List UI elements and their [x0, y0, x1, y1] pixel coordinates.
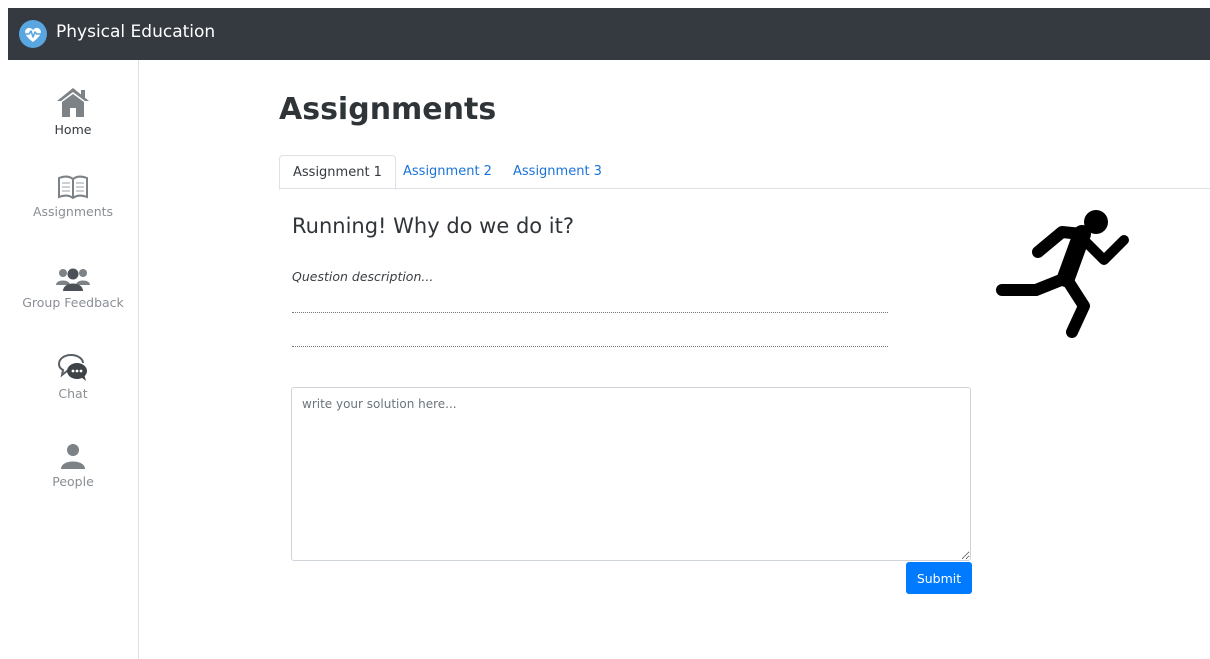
- heart-pulse-icon[interactable]: [19, 20, 47, 48]
- sidebar-item-people[interactable]: People: [8, 442, 138, 489]
- sidebar-item-group-feedback[interactable]: Group Feedback: [8, 265, 138, 310]
- tab-assignment-3[interactable]: Assignment 3: [513, 155, 602, 188]
- description-line: [292, 346, 888, 347]
- page-title: Assignments: [279, 92, 497, 127]
- question-title: Running! Why do we do it?: [292, 214, 575, 238]
- running-person-icon: [996, 210, 1129, 338]
- solution-textarea[interactable]: [291, 387, 971, 561]
- sidebar-item-assignments[interactable]: Assignments: [8, 174, 138, 219]
- sidebar: Home Assignments Group Feedback Chat Peo…: [8, 60, 139, 659]
- tabs-divider: [279, 188, 1210, 189]
- submit-button[interactable]: Submit: [906, 562, 972, 594]
- description-line: [292, 312, 888, 313]
- home-icon: [57, 88, 89, 117]
- sidebar-item-label: Group Feedback: [22, 295, 124, 310]
- sidebar-item-label: People: [52, 474, 94, 489]
- sidebar-item-label: Chat: [58, 386, 88, 401]
- book-icon: [58, 175, 88, 200]
- tab-assignment-1[interactable]: Assignment 1: [279, 155, 396, 190]
- question-description: Question description...: [292, 269, 434, 284]
- chat-icon: [57, 354, 87, 381]
- top-navbar: Physical Education: [8, 8, 1210, 60]
- tab-assignment-2[interactable]: Assignment 2: [403, 155, 492, 188]
- sidebar-item-label: Home: [54, 122, 92, 137]
- group-icon: [56, 268, 90, 291]
- app-title[interactable]: Physical Education: [56, 21, 215, 43]
- person-icon: [61, 444, 85, 469]
- sidebar-item-chat[interactable]: Chat: [8, 352, 138, 401]
- sidebar-item-label: Assignments: [32, 204, 114, 219]
- sidebar-item-home[interactable]: Home: [8, 86, 138, 137]
